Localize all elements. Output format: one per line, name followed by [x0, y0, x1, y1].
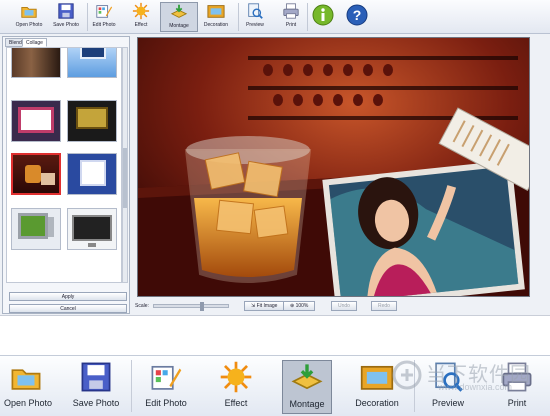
montage-image: [138, 38, 529, 296]
actual-size-button[interactable]: ⊕ 100%: [283, 301, 316, 311]
template-thumbnail[interactable]: [11, 208, 61, 250]
help-button[interactable]: ?: [340, 2, 374, 32]
effect-label: Effect: [134, 22, 148, 28]
effect-button-large[interactable]: Effect: [215, 360, 257, 414]
app-window: Open Photo Save Photo Edit Photo Effect …: [0, 0, 550, 316]
fit-image-button[interactable]: ⇲ Fit Image: [244, 301, 285, 311]
sun-burst-icon: [220, 361, 252, 393]
folder-photo-icon: [21, 6, 37, 18]
watermark-logo-icon: [392, 360, 422, 390]
toolbar-separator: [131, 360, 132, 412]
decoration-label: Decoration: [355, 398, 399, 408]
montage-label: Montage: [289, 399, 325, 409]
template-thumbnail[interactable]: [67, 48, 117, 78]
picture-frame-icon: [207, 5, 225, 18]
printer-icon: [283, 3, 299, 19]
montage-canvas[interactable]: [137, 37, 530, 297]
print-label: Print: [285, 22, 297, 28]
template-thumbnail[interactable]: [67, 100, 117, 142]
watermark: 当下软件园 www.downxia.com: [388, 356, 548, 396]
sun-burst-icon: [132, 2, 150, 20]
floppy-disk-icon: [81, 362, 111, 392]
preview-label: Preview: [246, 22, 264, 28]
edit-photo-label: Edit Photo: [92, 22, 116, 28]
apply-button[interactable]: Apply: [9, 292, 127, 301]
template-thumbnail-selected[interactable]: [11, 153, 61, 195]
preview-label: Preview: [431, 398, 464, 408]
save-photo-label: Save Photo: [53, 22, 79, 28]
decoration-label: Decoration: [203, 22, 229, 28]
scale-slider-knob[interactable]: [200, 302, 204, 311]
save-photo-button[interactable]: Save Photo: [47, 2, 85, 32]
effect-label: Effect: [224, 398, 248, 408]
thumbnail-scrollbar[interactable]: [122, 47, 128, 283]
save-photo-button-large[interactable]: Save Photo: [72, 360, 120, 414]
cancel-button[interactable]: Cancel: [9, 304, 127, 313]
info-icon: [312, 4, 334, 26]
montage-button-large[interactable]: Montage: [282, 360, 332, 414]
open-photo-button-large[interactable]: Open Photo: [4, 360, 53, 414]
montage-label: Montage: [169, 23, 189, 29]
scale-slider[interactable]: [153, 302, 229, 311]
template-thumbnail[interactable]: [11, 100, 61, 142]
open-photo-button[interactable]: Open Photo: [10, 2, 48, 32]
decoration-button[interactable]: Decoration: [197, 2, 235, 32]
folder-photo-icon: [11, 369, 41, 390]
tab-collage[interactable]: Collage: [22, 38, 47, 47]
preview-button[interactable]: Preview: [236, 2, 274, 32]
template-thumbnail[interactable]: [67, 208, 117, 250]
scale-label: Scale:: [135, 303, 149, 309]
undo-button[interactable]: Undo: [331, 301, 357, 311]
template-thumbnail[interactable]: [67, 153, 117, 195]
svg-text:?: ?: [353, 7, 362, 23]
help-icon: ?: [346, 4, 368, 26]
fit-image-label: Fit Image: [256, 303, 278, 309]
edit-photo-icon: [151, 365, 182, 390]
montage-panel: Blend Collage Apply Cancel: [2, 36, 130, 314]
watermark-url: www.downxia.com: [438, 382, 513, 392]
template-thumbnail-list: [6, 47, 122, 283]
edit-photo-label: Edit Photo: [145, 398, 187, 408]
redo-button[interactable]: Redo: [371, 301, 397, 311]
open-photo-label: Open Photo: [4, 398, 53, 408]
print-label: Print: [507, 398, 527, 408]
montage-button[interactable]: Montage: [160, 2, 198, 32]
zoom-label: 100%: [295, 303, 309, 309]
floppy-disk-icon: [58, 3, 74, 19]
edit-photo-button-large[interactable]: Edit Photo: [144, 360, 188, 414]
preview-icon: [248, 3, 263, 19]
save-photo-label: Save Photo: [72, 398, 120, 408]
montage-icon: [170, 4, 188, 18]
edit-photo-button[interactable]: Edit Photo: [85, 2, 123, 32]
edit-photo-icon: [96, 5, 113, 18]
scrollbar-thumb[interactable]: [123, 148, 127, 208]
main-toolbar: Open Photo Save Photo Edit Photo Effect …: [0, 0, 550, 34]
template-thumbnail[interactable]: [11, 48, 61, 78]
print-button[interactable]: Print: [272, 2, 310, 32]
montage-icon: [291, 364, 323, 390]
open-photo-label: Open Photo: [15, 22, 43, 28]
effect-button[interactable]: Effect: [122, 2, 160, 32]
info-button[interactable]: [306, 2, 340, 32]
canvas-controls: Scale: ⇲ Fit Image ⊕ 100% Undo Redo: [133, 300, 548, 314]
